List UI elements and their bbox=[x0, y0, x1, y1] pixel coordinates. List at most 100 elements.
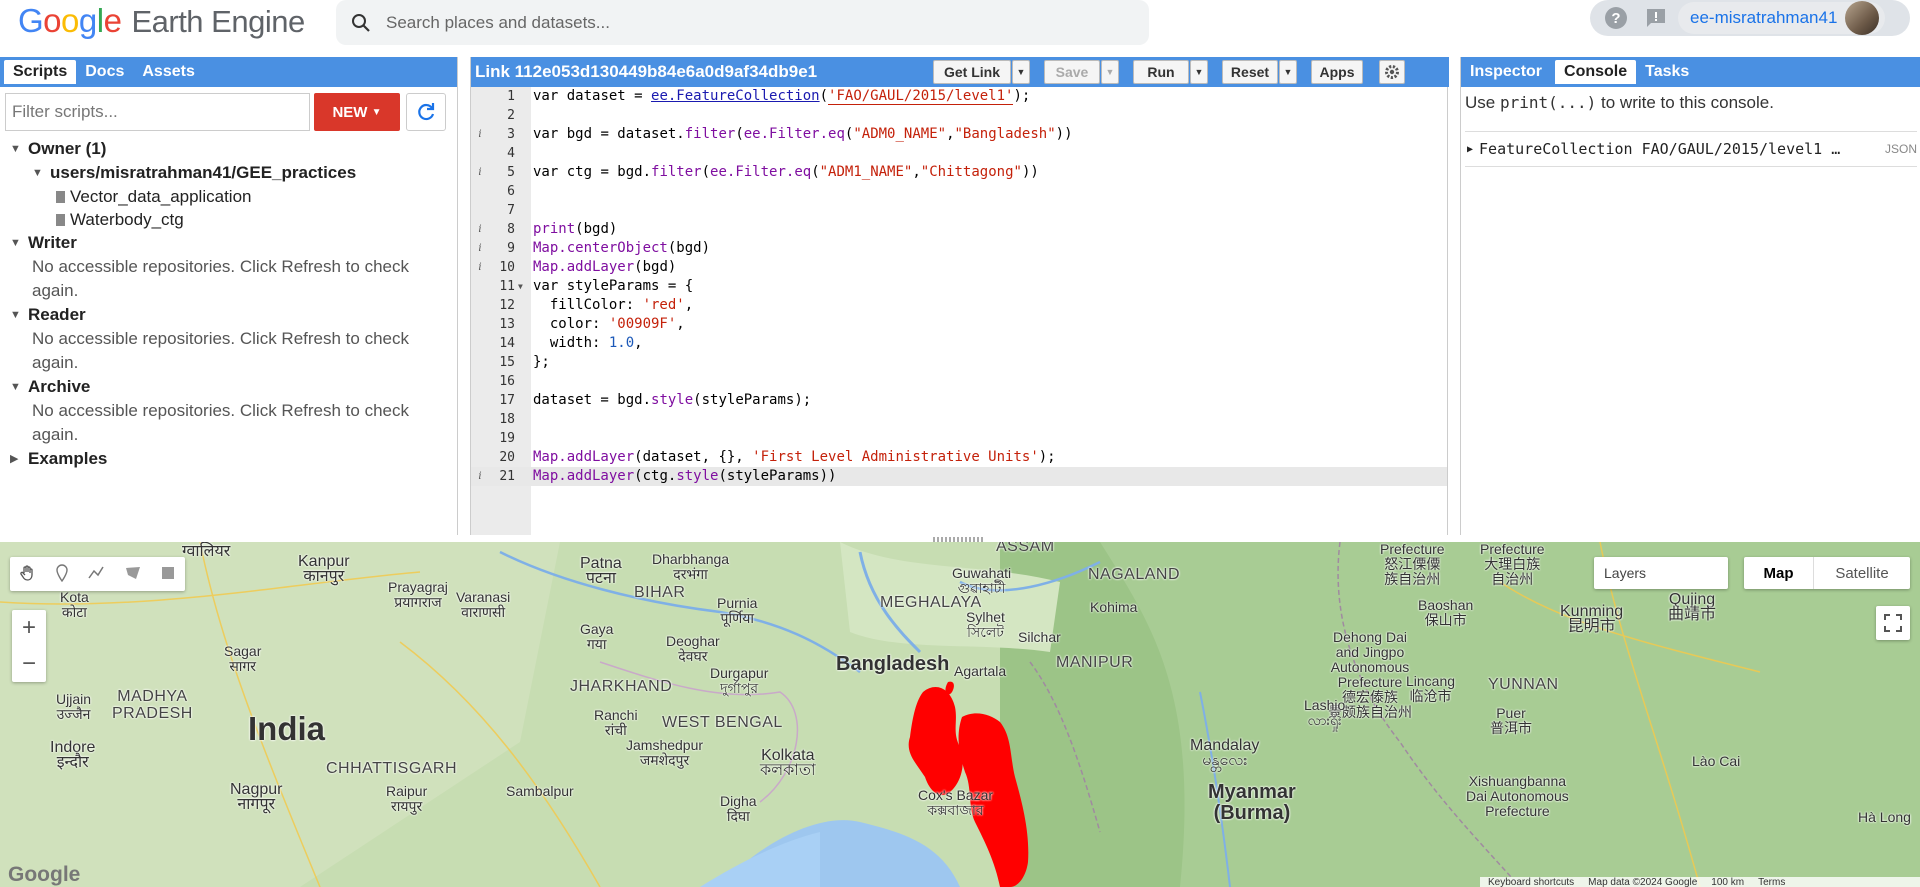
code-line[interactable]: 11 ▼ var styleParams = { bbox=[471, 277, 1447, 296]
hand-pan-icon[interactable] bbox=[19, 564, 37, 585]
feedback-icon[interactable] bbox=[1642, 4, 1670, 32]
tab-scripts[interactable]: Scripts bbox=[4, 60, 77, 84]
code-line[interactable]: 6 bbox=[471, 182, 1447, 201]
user-account-chip[interactable]: ee-misratrahman41 bbox=[1678, 1, 1886, 35]
code-line[interactable]: i 5 var ctg = bgd.filter(ee.Filter.eq("ADM… bbox=[471, 163, 1447, 182]
script-file[interactable]: Vector_data_application bbox=[56, 185, 442, 208]
expand-triangle-icon[interactable]: ▼ bbox=[10, 375, 28, 399]
code-line[interactable]: i 21 Map.addLayer(ctg.style(styleParams)) bbox=[471, 467, 1447, 486]
map-view[interactable]: ग्वालियर Kanpur कानपुर Patna पटना Dharbhang… bbox=[0, 542, 1920, 887]
tab-inspector[interactable]: Inspector bbox=[1461, 60, 1551, 84]
refresh-button[interactable] bbox=[406, 93, 446, 131]
script-link[interactable]: Link 112e053d130449b84e6a0d9af34db9e1 bbox=[475, 62, 933, 82]
code-lines[interactable]: 1 var dataset = ee.FeatureCollection('FAO… bbox=[471, 87, 1447, 486]
tab-docs[interactable]: Docs bbox=[76, 60, 133, 84]
code-text[interactable] bbox=[529, 106, 533, 125]
info-icon[interactable]: i bbox=[471, 467, 489, 486]
tree-archive[interactable]: ▼ Archive bbox=[10, 375, 442, 399]
help-icon[interactable]: ? bbox=[1602, 4, 1630, 32]
tree-reader[interactable]: ▼ Reader bbox=[10, 303, 442, 327]
code-line[interactable]: i 9 Map.centerObject(bgd) bbox=[471, 239, 1447, 258]
filter-scripts-input[interactable] bbox=[5, 93, 310, 131]
terms-link[interactable]: Terms bbox=[1758, 877, 1785, 887]
tree-repo[interactable]: ▼ users/misratrahman41/GEE_practices bbox=[32, 161, 442, 185]
expand-triangle-icon[interactable]: ▼ bbox=[32, 161, 50, 185]
tree-writer[interactable]: ▼ Writer bbox=[10, 231, 442, 255]
code-text[interactable]: print(bgd) bbox=[529, 220, 617, 239]
earth-engine-logo[interactable]: Go o g l e Earth Engine bbox=[18, 2, 305, 42]
code-line[interactable]: 14 width: 1.0, bbox=[471, 334, 1447, 353]
new-button[interactable]: NEW ▼ bbox=[314, 93, 400, 131]
map-type-satellite[interactable]: Satellite bbox=[1814, 557, 1910, 589]
rectangle-icon[interactable] bbox=[160, 565, 176, 584]
code-line[interactable]: 18 bbox=[471, 410, 1447, 429]
apps-button[interactable]: Apps bbox=[1311, 60, 1363, 84]
code-line[interactable]: 19 bbox=[471, 429, 1447, 448]
run-button[interactable]: Run bbox=[1133, 60, 1189, 84]
save-button[interactable]: Save bbox=[1044, 60, 1100, 84]
code-text[interactable]: dataset = bgd.style(styleParams); bbox=[529, 391, 811, 410]
script-file[interactable]: Waterbody_ctg bbox=[56, 208, 442, 231]
code-text[interactable]: fillColor: 'red', bbox=[529, 296, 693, 315]
tab-tasks[interactable]: Tasks bbox=[1636, 60, 1698, 84]
code-line[interactable]: i 10 Map.addLayer(bgd) bbox=[471, 258, 1447, 277]
code-text[interactable] bbox=[529, 429, 533, 448]
code-text[interactable] bbox=[529, 144, 533, 163]
zoom-out-button[interactable]: − bbox=[12, 646, 46, 682]
tree-examples[interactable]: ▶ Examples bbox=[10, 447, 442, 471]
code-line[interactable]: 20 Map.addLayer(dataset, {}, 'First Level… bbox=[471, 448, 1447, 467]
code-line[interactable]: 12 fillColor: 'red', bbox=[471, 296, 1447, 315]
json-badge[interactable]: JSON bbox=[1885, 142, 1917, 156]
info-icon[interactable]: i bbox=[471, 220, 489, 239]
map-type-map[interactable]: Map bbox=[1744, 557, 1814, 589]
code-line[interactable]: 15}; bbox=[471, 353, 1447, 372]
console-entry[interactable]: ▶ FeatureCollection FAO/GAUL/2015/level1… bbox=[1465, 131, 1917, 167]
info-icon[interactable]: i bbox=[471, 125, 489, 144]
code-text[interactable]: Map.addLayer(ctg.style(styleParams)) bbox=[529, 467, 836, 486]
zoom-in-button[interactable]: + bbox=[12, 610, 46, 646]
tab-assets[interactable]: Assets bbox=[133, 60, 203, 84]
code-text[interactable]: Map.centerObject(bgd) bbox=[529, 239, 710, 258]
code-editor[interactable]: 1 var dataset = ee.FeatureCollection('FAO… bbox=[471, 87, 1447, 535]
expand-triangle-icon[interactable]: ▶ bbox=[1467, 144, 1473, 155]
code-text[interactable]: }; bbox=[529, 353, 550, 372]
fullscreen-button[interactable] bbox=[1876, 606, 1910, 640]
code-text[interactable] bbox=[529, 182, 533, 201]
keyboard-shortcuts-link[interactable]: Keyboard shortcuts bbox=[1488, 877, 1574, 887]
code-line[interactable]: 16 bbox=[471, 372, 1447, 391]
get-link-dropdown[interactable]: ▼ bbox=[1012, 60, 1030, 84]
tab-console[interactable]: Console bbox=[1555, 60, 1637, 84]
code-text[interactable]: var ctg = bgd.filter(ee.Filter.eq("ADM1_… bbox=[529, 163, 1039, 182]
code-line[interactable]: 4 bbox=[471, 144, 1447, 163]
info-icon[interactable]: i bbox=[471, 163, 489, 182]
tree-owner[interactable]: ▼ Owner (1) bbox=[10, 137, 442, 161]
code-text[interactable] bbox=[529, 410, 533, 429]
fold-arrow-icon[interactable]: ▼ bbox=[515, 277, 529, 296]
code-text[interactable]: var bgd = dataset.filter(ee.Filter.eq("A… bbox=[529, 125, 1073, 144]
code-text[interactable]: Map.addLayer(bgd) bbox=[529, 258, 676, 277]
save-dropdown[interactable]: ▼ bbox=[1101, 60, 1119, 84]
code-text[interactable]: var styleParams = { bbox=[529, 277, 693, 296]
polyline-icon[interactable] bbox=[87, 564, 105, 585]
expand-triangle-icon[interactable]: ▼ bbox=[10, 231, 28, 255]
info-icon[interactable]: i bbox=[471, 258, 489, 277]
search-input[interactable] bbox=[386, 12, 1086, 33]
code-text[interactable]: Map.addLayer(dataset, {}, 'First Level A… bbox=[529, 448, 1056, 467]
polygon-icon[interactable] bbox=[124, 564, 142, 585]
search-box[interactable] bbox=[336, 0, 1149, 45]
code-line[interactable]: 2 bbox=[471, 106, 1447, 125]
code-line[interactable]: 13 color: '00909F', bbox=[471, 315, 1447, 334]
expand-triangle-icon[interactable]: ▼ bbox=[10, 137, 28, 161]
code-text[interactable] bbox=[529, 372, 533, 391]
get-link-button[interactable]: Get Link bbox=[933, 60, 1011, 84]
avatar[interactable] bbox=[1845, 1, 1880, 35]
run-dropdown[interactable]: ▼ bbox=[1190, 60, 1208, 84]
code-text[interactable]: width: 1.0, bbox=[529, 334, 643, 353]
code-text[interactable]: var dataset = ee.FeatureCollection('FAO/… bbox=[529, 87, 1030, 106]
reset-dropdown[interactable]: ▼ bbox=[1279, 60, 1297, 84]
code-line[interactable]: 1 var dataset = ee.FeatureCollection('FAO… bbox=[471, 87, 1447, 106]
collapse-triangle-icon[interactable]: ▶ bbox=[10, 447, 28, 471]
expand-triangle-icon[interactable]: ▼ bbox=[10, 303, 28, 327]
code-line[interactable]: i 8 print(bgd) bbox=[471, 220, 1447, 239]
reset-button[interactable]: Reset bbox=[1222, 60, 1278, 84]
